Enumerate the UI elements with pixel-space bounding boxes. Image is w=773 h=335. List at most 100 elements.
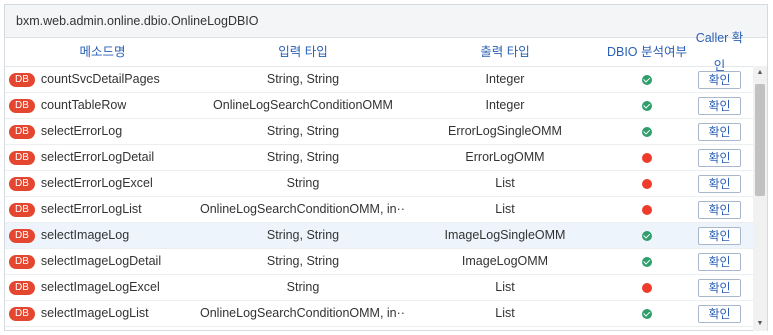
method-name: selectErrorLogList <box>40 202 142 216</box>
caller-confirm-button[interactable]: 확인 <box>698 70 741 89</box>
method-name: selectImageLogList <box>40 306 149 320</box>
analysis-cell <box>604 119 690 144</box>
analysis-cell <box>604 249 690 274</box>
method-cell: DB selectErrorLogList <box>5 197 200 222</box>
db-badge: DB <box>9 124 35 139</box>
analysis-cell <box>604 145 690 170</box>
table-row[interactable]: DB selectErrorLogExcel String List 확인 <box>5 171 767 197</box>
output-type-cell: ImageLogSingleOMM <box>444 228 566 242</box>
method-cell: DB selectErrorLogDetail <box>5 145 200 170</box>
table-row[interactable]: DB selectImageLogList OnlineLogSearchCondi… <box>5 301 767 327</box>
db-badge: DB <box>9 228 35 243</box>
method-name: selectImageLogDetail <box>40 254 162 268</box>
method-cell: DB selectImageLogExcel <box>5 275 200 300</box>
caller-confirm-button[interactable]: 확인 <box>698 226 741 245</box>
method-cell: DB selectImageLogDetail <box>5 249 200 274</box>
input-type-cell: OnlineLogSearchConditionOMM, in··· <box>200 202 406 216</box>
scrollbar-thumb[interactable] <box>755 84 765 196</box>
error-dot-icon <box>642 204 652 215</box>
method-name: selectErrorLogExcel <box>40 176 153 190</box>
table-row[interactable]: DB selectImageLog String, String ImageLogSi… <box>5 223 767 249</box>
table-row[interactable]: DB selectErrorLog String, String ErrorLogSi… <box>5 119 767 145</box>
output-type-cell: Integer <box>485 72 525 86</box>
caller-confirm-button[interactable]: 확인 <box>698 278 741 297</box>
table-body: DB countSvcDetailPages String, String Integ… <box>5 67 767 327</box>
output-type-cell: List <box>495 280 515 294</box>
input-type-cell: String, String <box>266 150 340 164</box>
method-cell: DB selectErrorLogExcel <box>5 171 200 196</box>
analysis-cell <box>604 301 690 326</box>
column-header-analysis[interactable]: DBIO 분석여부 <box>604 38 690 66</box>
input-type-cell: OnlineLogSearchConditionOMM <box>213 98 393 112</box>
caller-confirm-button[interactable]: 확인 <box>698 148 741 167</box>
table-row[interactable]: DB countTableRow OnlineLogSearchConditionO… <box>5 93 767 119</box>
db-badge: DB <box>9 306 35 321</box>
vertical-scrollbar[interactable]: ▲ ▼ <box>753 66 767 331</box>
db-badge: DB <box>9 72 35 87</box>
check-circle-icon <box>642 308 652 319</box>
analysis-cell <box>604 275 690 300</box>
check-circle-icon <box>642 256 652 267</box>
method-cell: DB selectErrorLog <box>5 119 200 144</box>
method-name: selectImageLog <box>40 228 130 242</box>
input-type-cell: String, String <box>266 72 340 86</box>
caller-cell: 확인 <box>690 197 749 222</box>
caller-confirm-button[interactable]: 확인 <box>698 200 741 219</box>
check-circle-icon <box>642 126 652 137</box>
db-badge: DB <box>9 98 35 113</box>
output-type-cell: ErrorLogSingleOMM <box>448 124 562 138</box>
table-row[interactable]: DB selectImageLogDetail String, String Imag… <box>5 249 767 275</box>
table-row[interactable]: DB countSvcDetailPages String, String Integ… <box>5 67 767 93</box>
caller-cell: 확인 <box>690 223 749 248</box>
caller-cell: 확인 <box>690 67 749 92</box>
output-type-cell: List <box>495 306 515 320</box>
analysis-cell <box>604 223 690 248</box>
caller-cell: 확인 <box>690 171 749 196</box>
check-circle-icon <box>642 100 652 111</box>
caller-confirm-button[interactable]: 확인 <box>698 174 741 193</box>
method-name: countTableRow <box>40 98 127 112</box>
caller-cell: 확인 <box>690 145 749 170</box>
db-badge: DB <box>9 202 35 217</box>
caller-cell: 확인 <box>690 275 749 300</box>
method-cell: DB countSvcDetailPages <box>5 67 200 92</box>
column-header-caller[interactable]: Caller 확인 <box>690 31 749 73</box>
caller-confirm-button[interactable]: 확인 <box>698 122 741 141</box>
method-cell: DB selectImageLog <box>5 223 200 248</box>
method-name: selectErrorLogDetail <box>40 150 155 164</box>
caller-confirm-button[interactable]: 확인 <box>698 96 741 115</box>
output-type-cell: ErrorLogOMM <box>465 150 545 164</box>
check-circle-icon <box>642 74 652 85</box>
input-type-cell: OnlineLogSearchConditionOMM, in··· <box>200 306 406 320</box>
method-name: selectErrorLog <box>40 124 123 138</box>
scroll-down-arrow-icon[interactable]: ▼ <box>753 317 767 331</box>
column-header-input-type[interactable]: 입력 타입 <box>200 38 406 66</box>
caller-confirm-button[interactable]: 확인 <box>698 304 741 323</box>
db-badge: DB <box>9 150 35 165</box>
output-type-cell: Integer <box>485 98 525 112</box>
scroll-up-arrow-icon[interactable]: ▲ <box>753 66 767 80</box>
column-header-method[interactable]: 메소드명 <box>5 38 200 66</box>
caller-cell: 확인 <box>690 119 749 144</box>
method-name: selectImageLogExcel <box>40 280 160 294</box>
db-badge: DB <box>9 176 35 191</box>
method-cell: DB selectImageLogList <box>5 301 200 326</box>
dbio-panel: bxm.web.admin.online.dbio.OnlineLogDBIO … <box>4 4 768 331</box>
error-dot-icon <box>642 152 652 163</box>
caller-cell: 확인 <box>690 93 749 118</box>
input-type-cell: String, String <box>266 254 340 268</box>
column-header-output-type[interactable]: 출력 타입 <box>406 38 604 66</box>
method-cell: DB countTableRow <box>5 93 200 118</box>
caller-cell: 확인 <box>690 249 749 274</box>
input-type-cell: String <box>286 280 320 294</box>
input-type-cell: String <box>286 176 320 190</box>
caller-confirm-button[interactable]: 확인 <box>698 252 741 271</box>
method-name: countSvcDetailPages <box>40 72 160 86</box>
table-row[interactable]: DB selectImageLogExcel String List 확인 <box>5 275 767 301</box>
output-type-cell: List <box>495 202 515 216</box>
table-row[interactable]: DB selectErrorLogDetail String, String Erro… <box>5 145 767 171</box>
table-row[interactable]: DB selectErrorLogList OnlineLogSearchCondi… <box>5 197 767 223</box>
error-dot-icon <box>642 178 652 189</box>
input-type-cell: String, String <box>266 124 340 138</box>
analysis-cell <box>604 171 690 196</box>
